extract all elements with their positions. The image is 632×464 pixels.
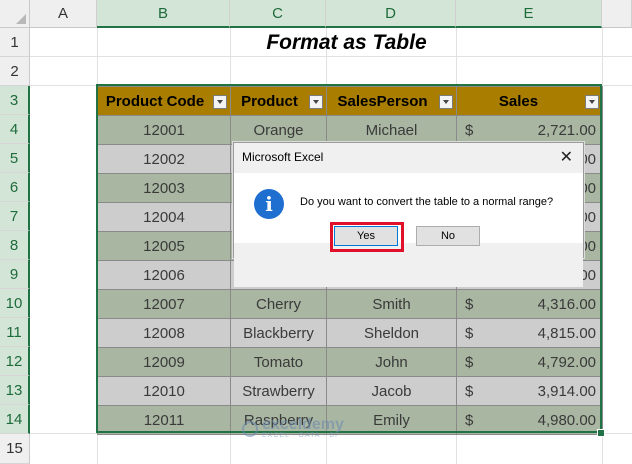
spreadsheet: A B C D E 1 2 3 4 5 6 7 8 9 10 11 12 13 …: [0, 0, 632, 464]
row-header-11[interactable]: 11: [0, 318, 30, 347]
cell-product-code[interactable]: 12003: [97, 173, 231, 203]
column-header-f[interactable]: [602, 0, 632, 28]
currency-symbol: $: [465, 324, 474, 342]
table-row: 12007 Cherry Smith $4,316.00: [97, 289, 603, 319]
column-header-d[interactable]: D: [326, 0, 456, 28]
currency-symbol: $: [465, 382, 474, 400]
row-header-6[interactable]: 6: [0, 173, 30, 202]
row-header-10[interactable]: 10: [0, 289, 30, 318]
convert-to-range-dialog: Microsoft Excel ✕ i Do you want to conve…: [233, 142, 584, 287]
filter-dropdown-icon[interactable]: [309, 95, 323, 109]
cell-salesperson[interactable]: John: [326, 347, 457, 377]
cell-sales[interactable]: $2,721.00: [456, 115, 603, 145]
dialog-message: Do you want to convert the table to a no…: [300, 196, 554, 208]
cell-product-code[interactable]: 12005: [97, 231, 231, 261]
cell-product-code[interactable]: 12002: [97, 144, 231, 174]
cell-product-code[interactable]: 12009: [97, 347, 231, 377]
row-header-12[interactable]: 12: [0, 347, 30, 376]
sales-amount: 4,815.00: [537, 324, 596, 342]
cell-salesperson[interactable]: Smith: [326, 289, 457, 319]
row-header-7[interactable]: 7: [0, 202, 30, 231]
column-header-c[interactable]: C: [230, 0, 326, 28]
row-header-9[interactable]: 9: [0, 260, 30, 289]
cell-salesperson[interactable]: Jacob: [326, 376, 457, 406]
cell-salesperson[interactable]: Michael: [326, 115, 457, 145]
row-header-15[interactable]: 15: [0, 434, 30, 464]
cell-sales[interactable]: $4,316.00: [456, 289, 603, 319]
cell-sales[interactable]: $3,914.00: [456, 376, 603, 406]
fill-handle[interactable]: [597, 429, 605, 437]
cell-product-code[interactable]: 12011: [97, 405, 231, 435]
dialog-button-bar: [234, 243, 583, 287]
cell-product-code[interactable]: 12006: [97, 260, 231, 290]
sales-amount: 3,914.00: [537, 382, 596, 400]
cell-product[interactable]: Cherry: [230, 289, 327, 319]
cell-salesperson[interactable]: Emily: [326, 405, 457, 435]
cell-sales[interactable]: $4,792.00: [456, 347, 603, 377]
cell-sales[interactable]: $4,815.00: [456, 318, 603, 348]
row-header-13[interactable]: 13: [0, 376, 30, 405]
sheet-title: Format as Table: [266, 30, 427, 54]
dialog-title: Microsoft Excel: [242, 150, 324, 164]
currency-symbol: $: [465, 295, 474, 313]
row-header-8[interactable]: 8: [0, 231, 30, 260]
currency-symbol: $: [465, 411, 474, 429]
cell-sales[interactable]: $4,980.00: [456, 405, 603, 435]
row-header-1[interactable]: 1: [0, 28, 30, 57]
row-header-14[interactable]: 14: [0, 405, 30, 434]
no-button[interactable]: No: [416, 226, 480, 246]
cell-product[interactable]: Strawberry: [230, 376, 327, 406]
column-header-a[interactable]: A: [30, 0, 97, 28]
currency-symbol: $: [465, 121, 474, 139]
sales-amount: 4,980.00: [537, 411, 596, 429]
cell-product-code[interactable]: 12001: [97, 115, 231, 145]
filter-dropdown-icon[interactable]: [213, 95, 227, 109]
table-row: 12011 Raspberry Emily $4,980.00: [97, 405, 603, 435]
info-icon: i: [254, 189, 284, 219]
header-sales[interactable]: Sales: [456, 86, 603, 116]
header-product-code[interactable]: Product Code: [97, 86, 231, 116]
header-product[interactable]: Product: [230, 86, 327, 116]
cell-product[interactable]: Raspberry: [230, 405, 327, 435]
table-row: 12001 Orange Michael $2,721.00: [97, 115, 603, 145]
column-header-e[interactable]: E: [456, 0, 602, 28]
cell-product[interactable]: Tomato: [230, 347, 327, 377]
cell-product[interactable]: Orange: [230, 115, 327, 145]
close-icon[interactable]: ✕: [560, 147, 573, 167]
cell-product[interactable]: Blackberry: [230, 318, 327, 348]
yes-button[interactable]: Yes: [334, 226, 398, 246]
select-all-corner[interactable]: [0, 0, 30, 28]
row-header-3[interactable]: 3: [0, 86, 30, 115]
cell-product-code[interactable]: 12007: [97, 289, 231, 319]
cell-salesperson[interactable]: Sheldon: [326, 318, 457, 348]
row-header-5[interactable]: 5: [0, 144, 30, 173]
table-row: 12009 Tomato John $4,792.00: [97, 347, 603, 377]
header-salesperson[interactable]: SalesPerson: [326, 86, 457, 116]
cell-product-code[interactable]: 12004: [97, 202, 231, 232]
sales-amount: 4,792.00: [537, 353, 596, 371]
cell-product-code[interactable]: 12010: [97, 376, 231, 406]
table-row: 12010 Strawberry Jacob $3,914.00: [97, 376, 603, 406]
sales-amount: 2,721.00: [537, 121, 596, 139]
column-header-b[interactable]: B: [97, 0, 230, 28]
filter-dropdown-icon[interactable]: [439, 95, 453, 109]
filter-dropdown-icon[interactable]: [585, 95, 599, 109]
row-header-4[interactable]: 4: [0, 115, 30, 144]
row-header-2[interactable]: 2: [0, 57, 30, 86]
currency-symbol: $: [465, 353, 474, 371]
cell-product-code[interactable]: 12008: [97, 318, 231, 348]
sales-amount: 4,316.00: [537, 295, 596, 313]
table-row: 12008 Blackberry Sheldon $4,815.00: [97, 318, 603, 348]
dialog-body: i Do you want to convert the table to a …: [234, 173, 583, 287]
